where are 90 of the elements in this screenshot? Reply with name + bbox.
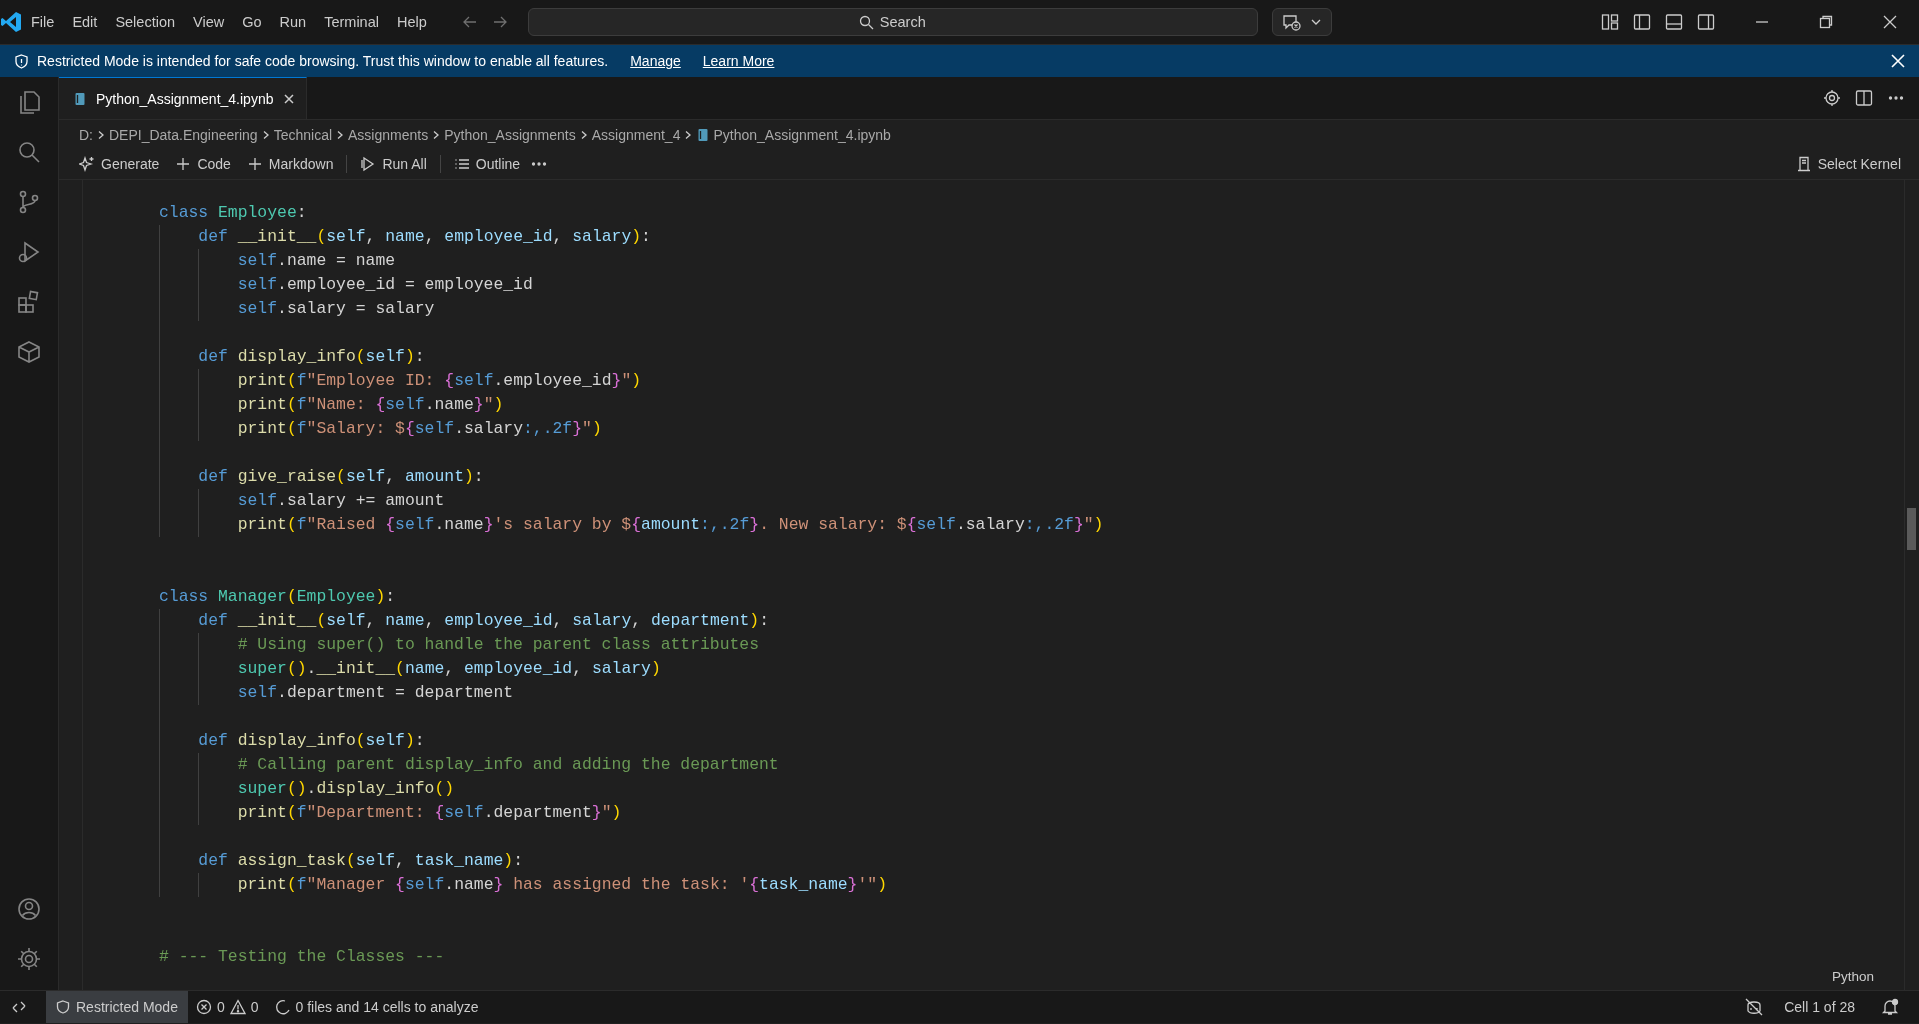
code-line: print(f"Name: {self.name}") — [237, 394, 505, 416]
breadcrumb-item[interactable]: Assignment_4 — [591, 126, 681, 143]
code-line: super().__init__(name, employee_id, salary) — [237, 658, 662, 680]
error-icon — [195, 999, 212, 1015]
server-icon — [1795, 156, 1812, 173]
copilot-off-icon[interactable] — [1744, 997, 1765, 1017]
banner-link[interactable]: Manage — [630, 53, 681, 69]
restore-icon[interactable] — [1819, 15, 1833, 29]
warning-icon — [229, 999, 246, 1015]
remote-icon — [11, 999, 27, 1015]
shield-icon — [14, 53, 29, 69]
code-line: self.salary += amount — [237, 490, 446, 512]
panel-toggle-icon[interactable] — [1665, 13, 1683, 31]
split-editor-icon[interactable] — [1855, 89, 1873, 108]
plus-icon — [175, 156, 192, 173]
layout-icon[interactable] — [1601, 13, 1619, 31]
bell-icon[interactable] — [1881, 998, 1899, 1016]
breadcrumb-item[interactable]: Python_Assignment_4.ipynb — [713, 126, 891, 143]
code-line: class Employee: — [159, 202, 308, 224]
menu-item[interactable]: Help — [387, 10, 436, 34]
menu-item[interactable]: Terminal — [315, 10, 388, 34]
notebook-icon — [73, 91, 87, 106]
package-icon[interactable] — [16, 339, 42, 365]
breadcrumb-item[interactable]: Technical — [273, 126, 333, 143]
close-icon[interactable] — [1883, 15, 1897, 29]
spinner-icon — [274, 999, 291, 1015]
menu-item[interactable]: Run — [270, 10, 316, 34]
code-line: class Manager(Employee): — [159, 586, 397, 608]
code-line: self.name = name — [237, 250, 397, 272]
chat-button[interactable] — [1271, 8, 1332, 36]
code-line: # Calling parent display_info and adding the department — [237, 754, 780, 776]
toolbar-button[interactable]: Markdown — [240, 154, 340, 175]
shield-icon — [56, 1000, 70, 1014]
search-icon[interactable] — [16, 139, 42, 165]
cell-position[interactable]: Cell 1 of 28 — [1784, 999, 1855, 1015]
banner-link[interactable]: Learn More — [702, 53, 775, 69]
account-icon[interactable] — [16, 896, 42, 922]
code-line: # --- Testing the Classes --- — [159, 946, 446, 968]
code-line: def __init__(self, name, employee_id, salary, department): — [198, 610, 770, 632]
code-line: self.employee_id = employee_id — [237, 274, 534, 296]
forward-arrow-icon[interactable] — [491, 14, 508, 30]
code-line: def display_info(self): — [198, 346, 426, 368]
chat-icon — [1281, 12, 1302, 32]
breadcrumb-item[interactable]: Assignments — [348, 126, 429, 143]
menu-item[interactable]: Go — [233, 10, 271, 34]
search-icon — [858, 15, 874, 30]
code-line: self.department = department — [237, 682, 515, 704]
editor-tab[interactable]: Python_Assignment_4.ipynb — [59, 77, 308, 120]
code-line: print(f"Manager {self.name} has assigned the task: '{task_name}'") — [237, 874, 888, 896]
menu-item[interactable]: Selection — [106, 10, 185, 34]
code-line: print(f"Employee ID: {self.employee_id}") — [237, 370, 643, 392]
code-line: print(f"Department: {self.department}") — [237, 802, 623, 824]
code-line: def assign_task(self, task_name): — [198, 850, 524, 872]
code-line: def give_raise(self, amount): — [198, 466, 485, 488]
breadcrumb-item[interactable]: DEPI_Data.Engineering — [109, 126, 258, 143]
warning-count[interactable]: 0 — [250, 999, 259, 1015]
restricted-mode-button[interactable]: Restricted Mode — [46, 991, 188, 1023]
breadcrumb-item[interactable]: Python_Assignments — [444, 126, 576, 143]
error-count[interactable]: 0 — [216, 999, 225, 1015]
notebook-icon — [696, 127, 711, 142]
close-icon[interactable] — [282, 91, 297, 106]
language-label[interactable]: Python — [1831, 969, 1874, 984]
breadcrumb-item[interactable]: D: — [79, 126, 93, 143]
menu-item[interactable]: File — [22, 10, 64, 34]
code-line: print(f"Raised {self.name}'s salary by ${amount:,.2f}. New salary: ${self.salary:,.2f}") — [237, 514, 1105, 536]
toolbar-button[interactable]: Code — [169, 154, 237, 175]
chevron-right-icon — [96, 129, 106, 140]
code-line: def __init__(self, name, employee_id, salary): — [198, 226, 652, 248]
back-arrow-icon[interactable] — [461, 14, 478, 30]
scrollbar-thumb[interactable] — [1907, 508, 1916, 550]
toolbar-button[interactable]: Run All — [354, 154, 433, 175]
code-line: super().display_info() — [237, 778, 456, 800]
sparkle-icon — [79, 156, 95, 173]
code-line: def display_info(self): — [198, 730, 426, 752]
run-debug-icon[interactable] — [16, 239, 42, 265]
code-line: self.salary = salary — [237, 298, 436, 320]
toolbar-button[interactable]: Generate — [73, 154, 166, 175]
kernel-button[interactable]: Select Kernel — [1789, 154, 1907, 175]
code-line: # Using super() to handle the parent class attributes — [237, 634, 760, 656]
app-logo-icon — [0, 11, 22, 33]
sidebar-toggle-icon[interactable] — [1633, 13, 1651, 31]
plus-icon — [246, 156, 263, 173]
menu-item[interactable]: View — [184, 10, 234, 34]
search-field[interactable]: Search — [527, 8, 1258, 36]
banner-message: Restricted Mode is intended for safe code browsing. Trust this window to enable all features. — [37, 53, 609, 69]
code-line: print(f"Salary: ${self.salary:,.2f}") — [237, 418, 603, 440]
sidebar-toggle-icon[interactable] — [1697, 13, 1715, 31]
analysis-status[interactable]: 0 files and 14 cells to analyze — [295, 999, 479, 1015]
menu-item[interactable]: Edit — [63, 10, 107, 34]
toolbar-button[interactable]: Outline — [447, 154, 527, 175]
